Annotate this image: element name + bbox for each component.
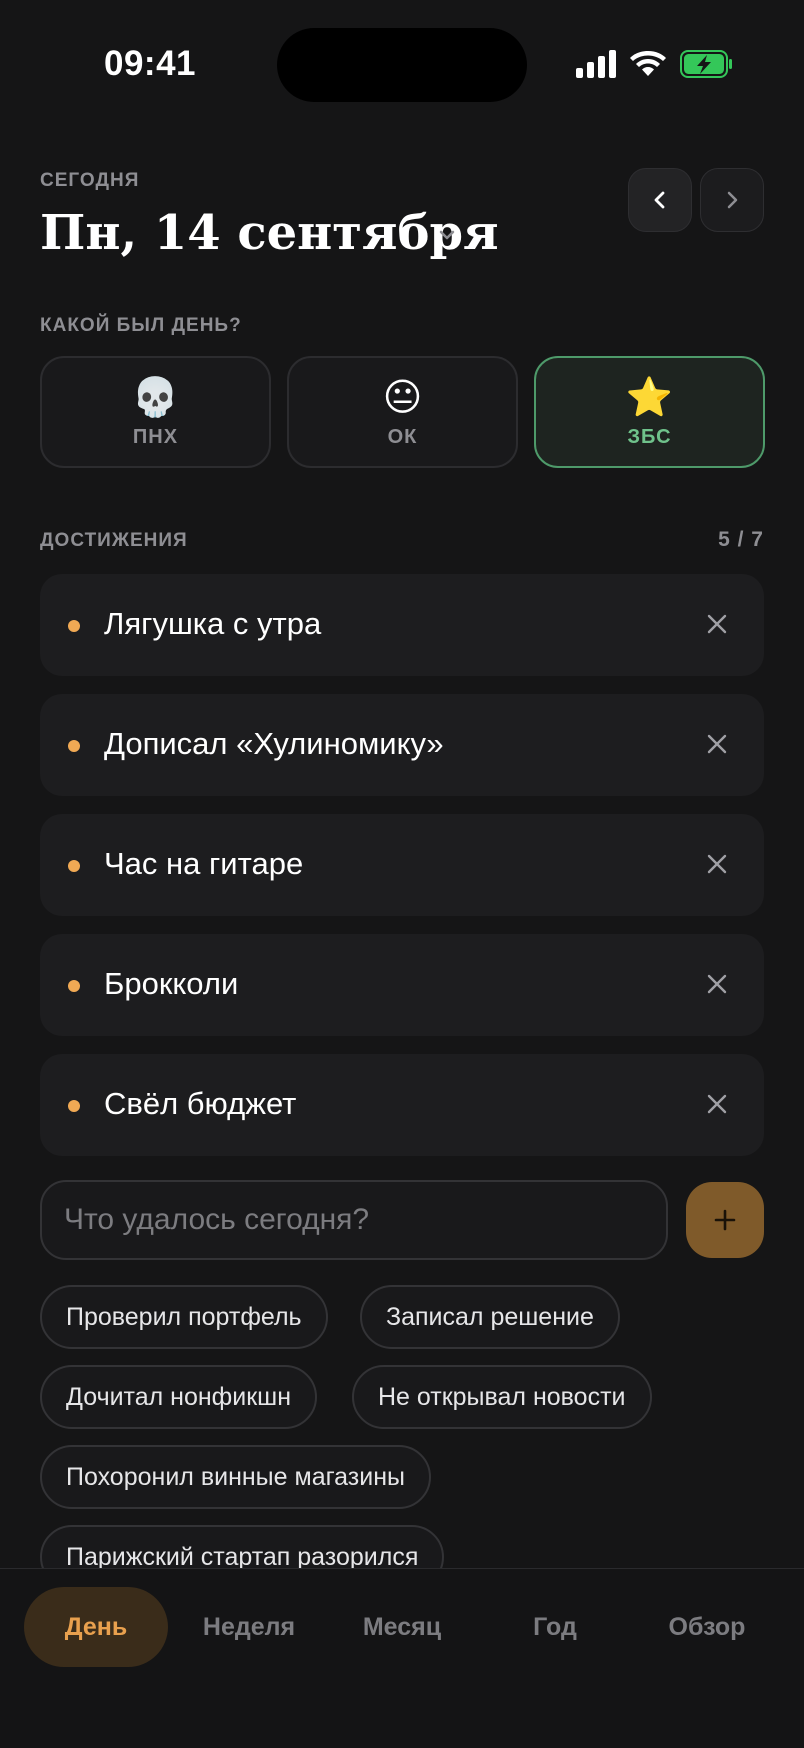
skull-icon: 💀 [131, 376, 180, 419]
suggestion-chip[interactable]: Дочитал нонфикшн [40, 1365, 318, 1429]
mood-option-label: ПНХ [132, 425, 179, 448]
achievements-section-label: ДОСТИЖЕНИЯ [40, 530, 188, 551]
status-bar: 09:41 [0, 0, 804, 130]
chevron-down-icon[interactable] [436, 224, 458, 246]
suggestion-chip[interactable]: Не открывал новости [352, 1365, 652, 1429]
suggestion-chips: Проверил портфель Записал решение Дочита… [40, 1285, 764, 1570]
list-item: Лягушка с утра [40, 574, 764, 676]
achievement-text: Лягушка с утра [104, 606, 322, 641]
status-time: 09:41 [104, 44, 197, 83]
close-icon [707, 854, 727, 874]
suggestion-chip[interactable]: Записал решение [360, 1285, 620, 1349]
star-icon: ⭐ [625, 376, 674, 419]
chevron-right-icon [727, 191, 738, 209]
remove-achievement-button[interactable] [702, 969, 732, 999]
achievement-input[interactable] [40, 1180, 668, 1260]
date-title[interactable]: Пн, 14 сентября [40, 205, 499, 261]
next-day-button[interactable] [700, 168, 764, 232]
add-achievement-button[interactable] [686, 1182, 764, 1258]
remove-achievement-button[interactable] [702, 1089, 732, 1119]
close-icon [707, 974, 727, 994]
remove-achievement-button[interactable] [702, 729, 732, 759]
tab-overview[interactable]: Обзор [646, 1587, 768, 1667]
achievement-text: Час на гитаре [104, 846, 304, 881]
battery-charging-icon [680, 50, 732, 78]
close-icon [707, 614, 727, 634]
achievements-count: 5 / 7 [718, 528, 764, 551]
suggestion-chip[interactable]: Похоронил винные магазины [40, 1445, 431, 1509]
remove-achievement-button[interactable] [702, 849, 732, 879]
remove-achievement-button[interactable] [702, 609, 732, 639]
dynamic-island [277, 28, 527, 102]
chevron-left-icon [654, 191, 665, 209]
cellular-signal-icon [576, 50, 616, 78]
today-label: СЕГОДНЯ [40, 170, 140, 191]
achievement-text: Дописал «Хулиномику» [104, 726, 444, 761]
close-icon [707, 734, 727, 754]
achievement-text: Свёл бюджет [104, 1086, 297, 1121]
mood-option-ok[interactable]: 😐 ОК [287, 356, 518, 468]
mood-section-label: КАКОЙ БЫЛ ДЕНЬ? [40, 315, 242, 336]
bullet-dot-icon [68, 1100, 80, 1112]
plus-icon [714, 1209, 736, 1231]
previous-day-button[interactable] [628, 168, 692, 232]
achievement-text: Брокколи [104, 966, 239, 1001]
mood-option-pnh[interactable]: 💀 ПНХ [40, 356, 271, 468]
list-item: Свёл бюджет [40, 1054, 764, 1156]
suggestion-chip[interactable]: Проверил портфель [40, 1285, 328, 1349]
mood-option-label: ЗБС [627, 425, 672, 448]
list-item: Брокколи [40, 934, 764, 1036]
neutral-face-icon: 😐 [382, 376, 423, 419]
mood-option-zbs[interactable]: ⭐ ЗБС [534, 356, 765, 468]
list-item: Час на гитаре [40, 814, 764, 916]
bottom-tab-bar: День Неделя Месяц Год Обзор [0, 1568, 804, 1748]
bullet-dot-icon [68, 980, 80, 992]
bullet-dot-icon [68, 740, 80, 752]
tab-year[interactable]: Год [500, 1587, 610, 1667]
bullet-dot-icon [68, 620, 80, 632]
tab-week[interactable]: Неделя [184, 1587, 314, 1667]
tab-day[interactable]: День [24, 1587, 168, 1667]
close-icon [707, 1094, 727, 1114]
list-item: Дописал «Хулиномику» [40, 694, 764, 796]
wifi-icon [630, 51, 666, 76]
mood-option-label: ОК [387, 425, 418, 448]
tab-month[interactable]: Месяц [338, 1587, 466, 1667]
mood-selector: 💀 ПНХ 😐 ОК ⭐ ЗБС [40, 356, 765, 468]
suggestion-chip[interactable]: Парижский стартап разорился [40, 1525, 445, 1570]
bullet-dot-icon [68, 860, 80, 872]
